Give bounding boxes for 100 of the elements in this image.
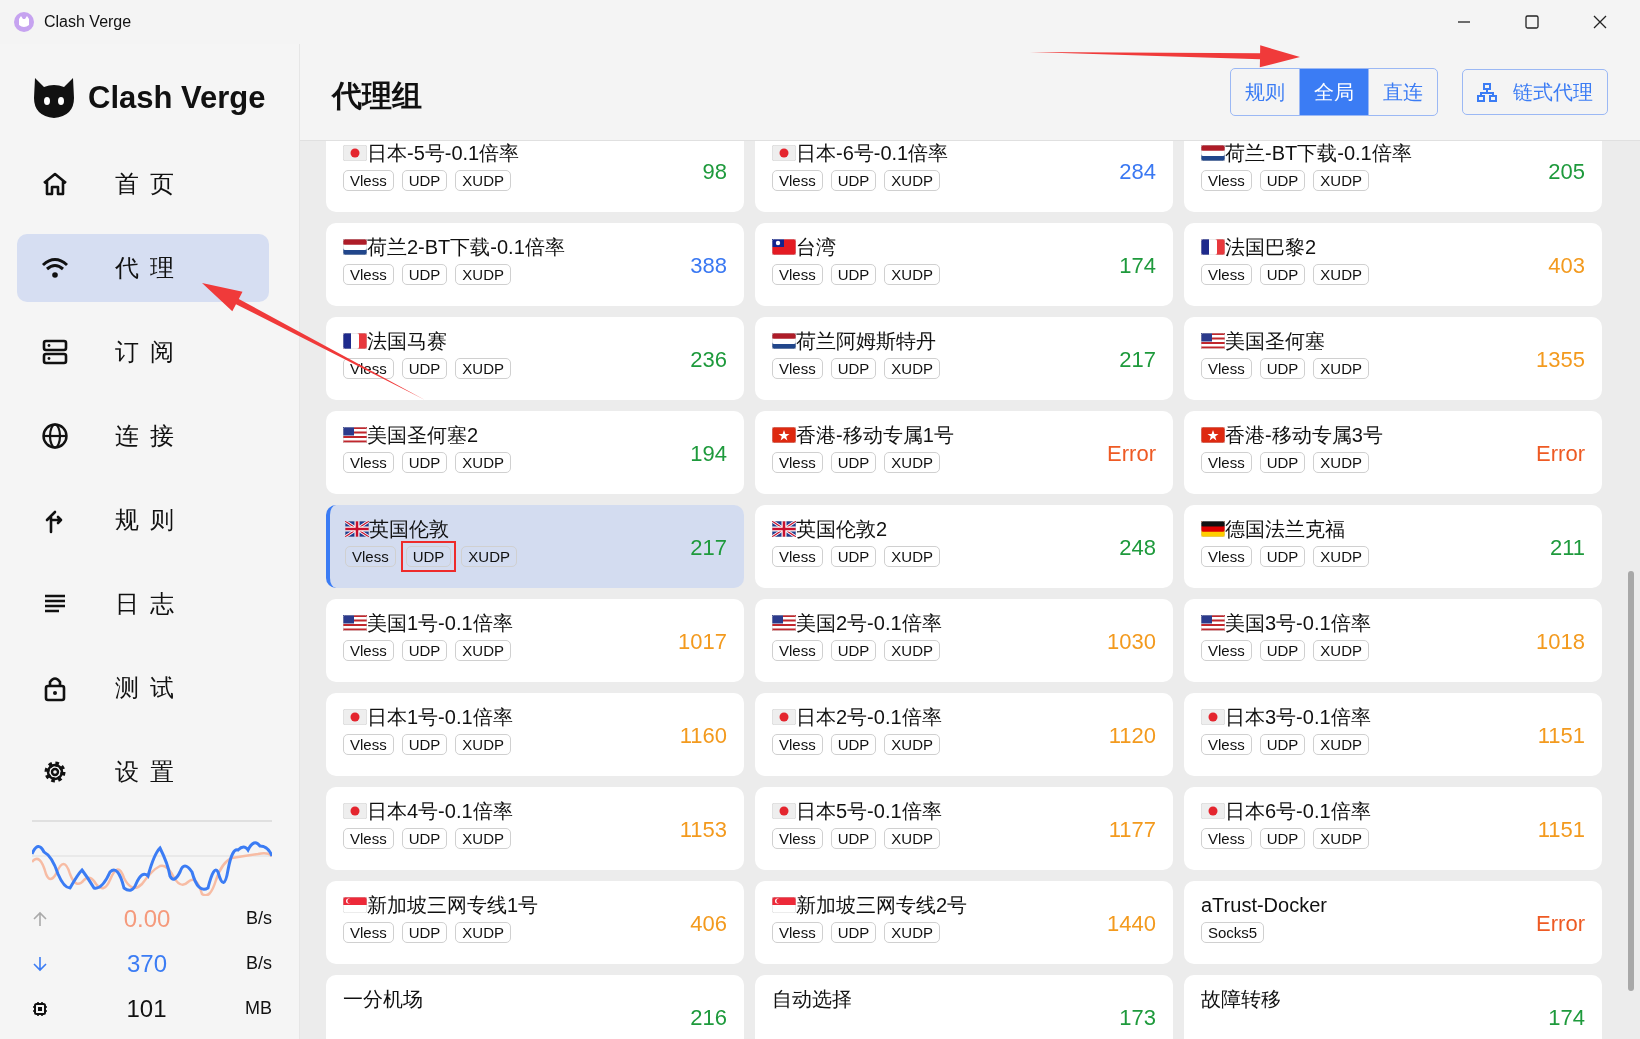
delay-value[interactable]: 174 [1119,254,1156,279]
scrollbar-thumb[interactable] [1628,571,1634,991]
proxy-card[interactable]: 日本2号-0.1倍率 Vless UDP XUDP 1120 [755,693,1173,776]
proxy-name: 美国圣何塞 [1225,329,1325,353]
proxy-card[interactable]: 美国圣何塞2 Vless UDP XUDP 194 [326,411,744,494]
delay-value[interactable]: 211 [1549,536,1585,561]
delay-value[interactable]: 173 [1119,1006,1156,1031]
protocol-tag: UDP [1259,452,1306,473]
proxy-card[interactable]: 美国1号-0.1倍率 Vless UDP XUDP 1017 [326,599,744,682]
proxy-card[interactable]: 台湾 Vless UDP XUDP 174 [755,223,1173,306]
protocol-tag: Vless [772,452,823,473]
nav-item[interactable]: 连接 [17,402,269,470]
close-icon[interactable] [1592,14,1608,30]
delay-value[interactable]: 98 [702,160,727,185]
proxy-name: 英国伦敦 [369,517,449,541]
proxy-card[interactable]: 日本-5号-0.1倍率 Vless UDP XUDP 98 [326,141,744,212]
nav-item[interactable]: 首页 [17,150,269,218]
proxy-card[interactable]: 日本6号-0.1倍率 Vless UDP XUDP 1151 [1184,787,1602,870]
proxy-card[interactable]: 日本3号-0.1倍率 Vless UDP XUDP 1151 [1184,693,1602,776]
proxy-card[interactable]: 香港-移动专属1号 Vless UDP XUDP Error [755,411,1173,494]
proxy-name: 一分机场 [343,987,423,1011]
proxy-name: 日本-5号-0.1倍率 [367,141,520,165]
protocol-tag: XUDP [1313,264,1370,285]
flag-icon [1201,615,1225,631]
protocol-tag: Vless [345,546,396,567]
proxy-card[interactable]: 荷兰2-BT下载-0.1倍率 Vless UDP XUDP 388 [326,223,744,306]
protocol-tag: Vless [1201,828,1252,849]
flag-icon [1201,427,1225,443]
proxy-card[interactable]: 美国2号-0.1倍率 Vless UDP XUDP 1030 [755,599,1173,682]
mode-tab[interactable]: 规则 [1231,69,1299,115]
delay-value[interactable]: 236 [690,348,727,373]
app-name: Clash Verge [88,80,266,116]
chip-icon [32,1000,48,1017]
proxy-name: 台湾 [796,235,836,259]
proxy-card[interactable]: 日本1号-0.1倍率 Vless UDP XUDP 1160 [326,693,744,776]
flag-icon [772,521,796,537]
protocol-tag: XUDP [884,922,941,943]
mode-tab[interactable]: 直连 [1368,69,1437,115]
proxy-card[interactable]: 一分机场 216 [326,975,744,1039]
flag-icon [1201,521,1225,537]
proxy-card[interactable]: 美国3号-0.1倍率 Vless UDP XUDP 1018 [1184,599,1602,682]
protocol-tag: Vless [772,170,823,191]
app-icon [14,12,34,32]
proxy-name: 法国马赛 [367,329,447,353]
proxy-card[interactable]: 荷兰-BT下载-0.1倍率 Vless UDP XUDP 205 [1184,141,1602,212]
protocol-tag: UDP [401,828,448,849]
proxy-card[interactable]: 美国圣何塞 Vless UDP XUDP 1355 [1184,317,1602,400]
protocol-tag: UDP [830,546,877,567]
window-title: Clash Verge [44,13,132,31]
proxy-name: 美国1号-0.1倍率 [367,611,513,635]
proxy-card[interactable]: 日本4号-0.1倍率 Vless UDP XUDP 1153 [326,787,744,870]
nav-item[interactable]: 代理 [17,234,269,302]
protocol-tag: UDP [405,546,452,567]
chain-proxy-button[interactable]: 链式代理 [1462,69,1608,115]
protocol-tag: UDP [830,922,877,943]
protocol-tag: UDP [401,640,448,661]
proxy-card[interactable]: 德国法兰克福 Vless UDP XUDP 211 [1184,505,1602,588]
proxy-card[interactable]: 香港-移动专属3号 Vless UDP XUDP Error [1184,411,1602,494]
delay-value[interactable]: 388 [690,254,727,279]
delay-value[interactable]: 284 [1119,160,1156,185]
nav-item[interactable]: 订阅 [17,318,269,386]
protocol-tag: XUDP [884,170,941,191]
proxy-card[interactable]: 荷兰阿姆斯特丹 Vless UDP XUDP 217 [755,317,1173,400]
maximize-icon[interactable] [1524,14,1540,30]
proxy-card[interactable]: 法国巴黎2 Vless UDP XUDP 403 [1184,223,1602,306]
delay-value[interactable]: 194 [690,442,727,467]
protocol-tag: UDP [1259,264,1306,285]
proxy-card[interactable]: 新加坡三网专线2号 Vless UDP XUDP 1440 [755,881,1173,964]
protocol-tag: XUDP [1313,828,1370,849]
delay-value[interactable]: 248 [1119,536,1156,561]
nav-item[interactable]: 测试 [17,654,269,722]
delay-value[interactable]: 174 [1548,1006,1585,1031]
protocol-tag: XUDP [455,358,512,379]
proxy-card[interactable]: 英国伦敦2 Vless UDP XUDP 248 [755,505,1173,588]
proxy-name: 英国伦敦2 [796,517,888,541]
nav-item[interactable]: 日志 [17,570,269,638]
nav-item[interactable]: 规则 [17,486,269,554]
protocol-tag: XUDP [884,546,941,567]
nav-item[interactable]: 设置 [17,738,269,806]
protocol-tag: XUDP [884,734,941,755]
delay-value[interactable]: 205 [1548,160,1585,185]
protocol-tag: XUDP [455,452,512,473]
proxy-card[interactable]: 故障转移 174 [1184,975,1602,1039]
flag-icon [1201,803,1225,819]
protocol-tag: Vless [343,922,394,943]
flag-icon [772,239,796,255]
delay-value[interactable]: 216 [690,1006,727,1031]
proxy-card[interactable]: 自动选择 173 [755,975,1173,1039]
proxy-card[interactable]: aTrust-Docker Socks5 Error [1184,881,1602,964]
proxy-card[interactable]: 英国伦敦 Vless UDP XUDP 217 [326,505,744,588]
proxy-card[interactable]: 日本-6号-0.1倍率 Vless UDP XUDP 284 [755,141,1173,212]
mode-tab[interactable]: 全局 [1299,69,1368,115]
protocol-tag: XUDP [1313,640,1370,661]
flag-icon [772,145,796,161]
proxy-card[interactable]: 日本5号-0.1倍率 Vless UDP XUDP 1177 [755,787,1173,870]
protocol-tag: Vless [772,358,823,379]
traffic-value: 0.00 [122,904,172,933]
proxy-card[interactable]: 新加坡三网专线1号 Vless UDP XUDP 406 [326,881,744,964]
proxy-name: 香港-移动专属1号 [796,423,954,447]
delay-value[interactable]: 217 [1119,348,1156,373]
